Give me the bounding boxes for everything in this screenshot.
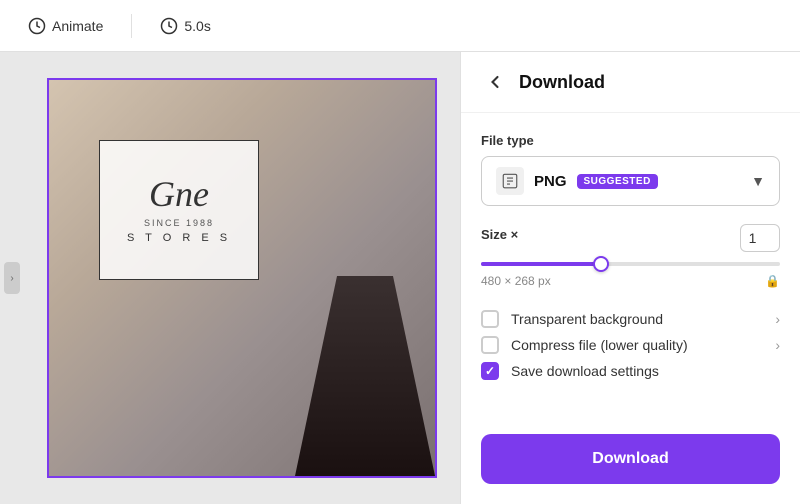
animate-label: Animate	[52, 18, 103, 34]
animate-button[interactable]: Animate	[16, 11, 115, 41]
compress-label: Compress file (lower quality)	[511, 337, 688, 353]
clock-icon	[160, 17, 178, 35]
file-type-section: File type PNG SUGGESTED ▼	[481, 133, 780, 206]
divider	[131, 14, 132, 38]
duration-button[interactable]: 5.0s	[148, 11, 222, 41]
file-format-label: PNG	[534, 173, 567, 190]
size-label: Size ×	[481, 227, 518, 242]
save-settings-row[interactable]: Save download settings	[481, 358, 780, 384]
transparent-bg-row[interactable]: Transparent background ›	[481, 306, 780, 332]
logo-script-text: Gne	[149, 176, 209, 212]
logo-since-text: SINCE 1988	[144, 218, 214, 228]
download-button[interactable]: Download	[481, 434, 780, 484]
lock-icon: 🔒	[765, 274, 780, 288]
size-value-input[interactable]	[740, 224, 780, 252]
size-dimensions: 480 × 268 px 🔒	[481, 274, 780, 288]
save-settings-label: Save download settings	[511, 363, 659, 379]
file-type-dropdown[interactable]: PNG SUGGESTED ▼	[481, 156, 780, 206]
animate-icon	[28, 17, 46, 35]
compress-arrow: ›	[775, 337, 780, 353]
slider-container	[481, 262, 780, 266]
main-area: › Gne SINCE 1988 S T O R E S Download	[0, 52, 800, 504]
canvas-frame: Gne SINCE 1988 S T O R E S	[47, 78, 437, 478]
back-button[interactable]	[481, 68, 509, 96]
compress-checkbox[interactable]	[481, 336, 499, 354]
canvas-area: Gne SINCE 1988 S T O R E S	[24, 52, 460, 504]
panel-header: Download	[461, 52, 800, 113]
save-settings-checkbox[interactable]	[481, 362, 499, 380]
suggested-badge: SUGGESTED	[577, 174, 658, 189]
file-icon	[496, 167, 524, 195]
panel-title: Download	[519, 72, 605, 93]
transparent-bg-checkbox[interactable]	[481, 310, 499, 328]
compress-row[interactable]: Compress file (lower quality) ›	[481, 332, 780, 358]
left-sidebar: ›	[0, 52, 24, 504]
file-type-label: File type	[481, 133, 780, 148]
logo-overlay: Gne SINCE 1988 S T O R E S	[99, 140, 259, 280]
logo-stores-text: S T O R E S	[127, 232, 231, 244]
dimensions-text: 480 × 268 px	[481, 274, 551, 288]
sidebar-toggle[interactable]: ›	[4, 262, 20, 294]
download-panel: Download File type PNG SUGGESTED ▼	[460, 52, 800, 504]
transparent-bg-arrow: ›	[775, 311, 780, 327]
dropdown-arrow-icon: ▼	[751, 173, 765, 189]
options-section: Transparent background › Compress file (…	[481, 306, 780, 384]
panel-body: File type PNG SUGGESTED ▼ Size ×	[461, 113, 800, 434]
back-icon	[485, 72, 505, 92]
size-section: Size × 480 × 268 px 🔒	[481, 224, 780, 288]
toolbar: Animate 5.0s	[0, 0, 800, 52]
panel-footer: Download	[461, 434, 800, 504]
duration-label: 5.0s	[184, 18, 210, 34]
transparent-bg-label: Transparent background	[511, 311, 663, 327]
size-header: Size ×	[481, 224, 780, 252]
